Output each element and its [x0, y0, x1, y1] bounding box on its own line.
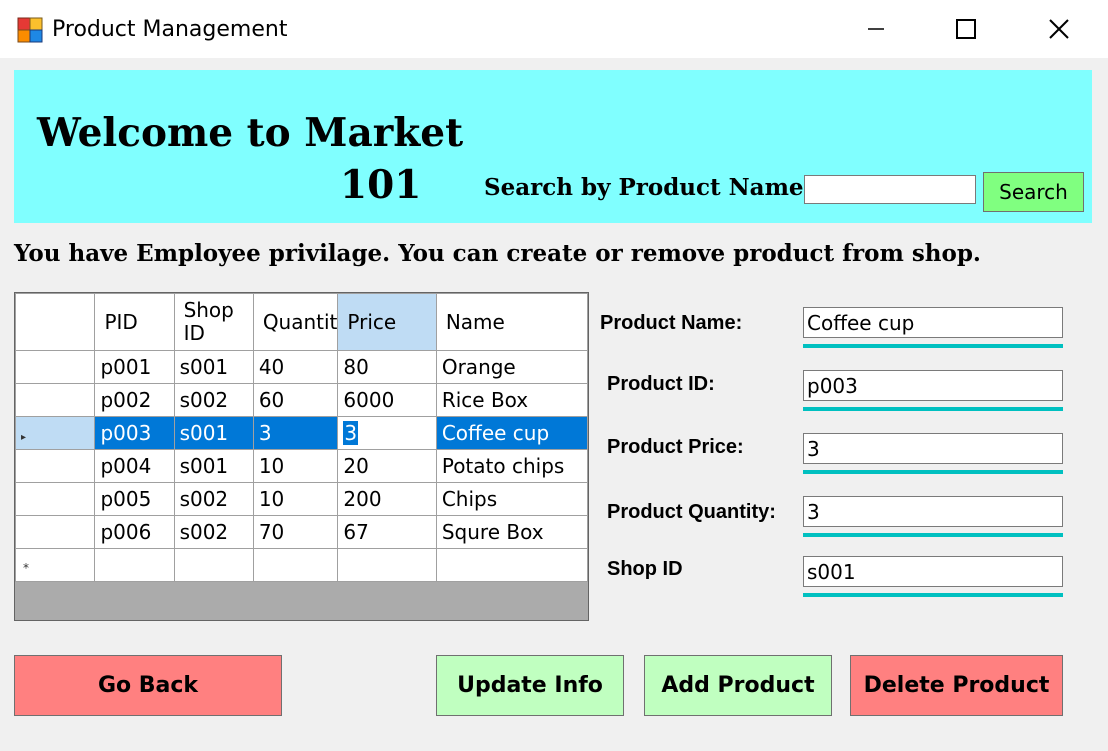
cell-shop-id[interactable]: s001 — [173, 416, 254, 450]
cell-new[interactable] — [435, 548, 588, 582]
cell-shop-id[interactable]: s002 — [173, 383, 254, 417]
search-button[interactable]: Search — [983, 172, 1084, 212]
cell-name[interactable]: Potato chips — [435, 449, 588, 483]
cell-shop-id[interactable]: s002 — [173, 482, 254, 516]
row-header[interactable] — [15, 350, 96, 384]
column-header-pid[interactable]: PID — [94, 293, 175, 351]
column-header-shop-id[interactable]: Shop ID — [173, 293, 254, 351]
cell-new[interactable] — [94, 548, 175, 582]
column-header-price[interactable]: Price — [337, 293, 437, 351]
market-number: 101 — [340, 162, 422, 208]
column-header-quantity[interactable]: Quantit — [252, 293, 339, 351]
product-name-field[interactable] — [803, 307, 1063, 338]
product-grid[interactable]: PID Shop ID Quantit Price Name p001 s001… — [14, 292, 589, 621]
product-quantity-field[interactable] — [803, 496, 1063, 527]
cell-pid[interactable]: p004 — [94, 449, 175, 483]
product-name-underline — [803, 344, 1063, 348]
table-row-selected[interactable]: ▸ p003 s001 3 3 Coffee cup — [15, 416, 588, 450]
table-row[interactable]: p001 s001 40 80 Orange — [15, 350, 588, 384]
maximize-icon[interactable] — [941, 4, 991, 54]
cell-quantity[interactable]: 60 — [252, 383, 339, 417]
product-price-field[interactable] — [803, 433, 1063, 464]
cell-quantity[interactable]: 10 — [252, 449, 339, 483]
shop-id-label: Shop ID — [607, 558, 683, 580]
add-product-button[interactable]: Add Product — [644, 655, 832, 716]
product-price-label: Product Price: — [607, 436, 744, 458]
cell-shop-id[interactable]: s001 — [173, 350, 254, 384]
cell-pid[interactable]: p006 — [94, 515, 175, 549]
app-icon — [17, 17, 43, 43]
update-info-button[interactable]: Update Info — [436, 655, 624, 716]
product-table: PID Shop ID Quantit Price Name p001 s001… — [15, 293, 588, 582]
new-row-star-icon: * — [23, 561, 29, 575]
cell-new[interactable] — [252, 548, 339, 582]
cell-price[interactable]: 80 — [337, 350, 437, 384]
cell-new[interactable] — [337, 548, 437, 582]
shop-id-underline — [803, 593, 1063, 597]
header-row: PID Shop ID Quantit Price Name — [15, 293, 588, 351]
welcome-title: Welcome to Market — [37, 110, 464, 156]
table-row[interactable]: p002 s002 60 6000 Rice Box — [15, 383, 588, 417]
cell-price-editing[interactable]: 3 — [337, 416, 437, 450]
product-id-field[interactable] — [803, 370, 1063, 401]
cell-name[interactable]: Rice Box — [435, 383, 588, 417]
current-row-arrow-icon: ▸ — [21, 432, 27, 443]
search-label: Search by Product Name — [484, 174, 804, 201]
cell-quantity[interactable]: 70 — [252, 515, 339, 549]
minimize-icon[interactable] — [851, 4, 901, 54]
cell-new[interactable] — [173, 548, 254, 582]
cell-name[interactable]: Squre Box — [435, 515, 588, 549]
product-quantity-underline — [803, 533, 1063, 537]
table-row[interactable]: p005 s002 10 200 Chips — [15, 482, 588, 516]
cell-pid[interactable]: p003 — [94, 416, 175, 450]
column-header-name[interactable]: Name — [435, 293, 588, 351]
new-row[interactable]: * — [15, 548, 588, 582]
search-input[interactable] — [804, 175, 976, 204]
product-quantity-label: Product Quantity: — [607, 501, 776, 523]
cell-quantity[interactable]: 40 — [252, 350, 339, 384]
cell-edit-text[interactable]: 3 — [343, 421, 359, 445]
cell-name[interactable]: Chips — [435, 482, 588, 516]
product-id-underline — [803, 407, 1063, 411]
title-bar: Product Management — [0, 0, 1108, 58]
table-row[interactable]: p004 s001 10 20 Potato chips — [15, 449, 588, 483]
cell-shop-id[interactable]: s002 — [173, 515, 254, 549]
row-header[interactable] — [15, 383, 96, 417]
row-header-new[interactable]: * — [15, 548, 96, 582]
table-row[interactable]: p006 s002 70 67 Squre Box — [15, 515, 588, 549]
product-price-underline — [803, 470, 1063, 474]
cell-shop-id[interactable]: s001 — [173, 449, 254, 483]
close-icon[interactable] — [1034, 4, 1084, 54]
row-header-current[interactable]: ▸ — [15, 416, 96, 450]
go-back-button[interactable]: Go Back — [14, 655, 282, 716]
column-header-shop-id-label: Shop ID — [183, 298, 234, 345]
welcome-banner: Welcome to Market 101 Search by Product … — [14, 70, 1092, 223]
product-name-label: Product Name: — [600, 312, 743, 334]
cell-pid[interactable]: p005 — [94, 482, 175, 516]
cell-name[interactable]: Coffee cup — [435, 416, 588, 450]
cell-price[interactable]: 67 — [337, 515, 437, 549]
row-header[interactable] — [15, 482, 96, 516]
row-header-corner[interactable] — [15, 293, 96, 351]
cell-price[interactable]: 20 — [337, 449, 437, 483]
delete-product-button[interactable]: Delete Product — [850, 655, 1063, 716]
shop-id-field[interactable] — [803, 556, 1063, 587]
cell-name[interactable]: Orange — [435, 350, 588, 384]
row-header[interactable] — [15, 515, 96, 549]
cell-pid[interactable]: p002 — [94, 383, 175, 417]
cell-quantity[interactable]: 10 — [252, 482, 339, 516]
window-title: Product Management — [52, 17, 288, 42]
cell-price[interactable]: 200 — [337, 482, 437, 516]
row-header[interactable] — [15, 449, 96, 483]
cell-quantity[interactable]: 3 — [252, 416, 339, 450]
privilege-message: You have Employee privilage. You can cre… — [14, 240, 981, 267]
cell-price[interactable]: 6000 — [337, 383, 437, 417]
product-id-label: Product ID: — [607, 373, 715, 395]
cell-pid[interactable]: p001 — [94, 350, 175, 384]
